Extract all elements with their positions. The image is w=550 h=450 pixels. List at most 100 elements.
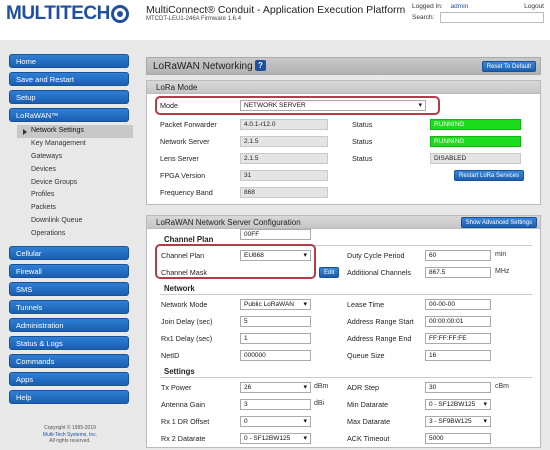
search-input[interactable] [440,12,544,23]
nav-administration[interactable]: Administration [9,318,129,333]
additional-channels-unit: MHz [495,268,510,275]
netid-input[interactable]: 000000 [240,350,311,361]
lens-server-value: 2.1.5 [240,153,328,164]
page-title-bar: LoRaWAN Networking ? Reset To Default [146,57,541,75]
additional-channels-input[interactable]: 867.5 [425,267,491,278]
lens-server-status-badge: DISABLED [430,153,521,164]
status-label: Status [352,154,373,163]
packet-forwarder-label: Packet Forwarder [160,120,217,129]
rx1-dr-offset-label: Rx 1 DR Offset [161,417,210,426]
packet-forwarder-value: 4.0.1-r12.0 [240,119,328,130]
nav-help[interactable]: Help [9,390,129,405]
nav-setup[interactable]: Setup [9,90,129,104]
nav-sms[interactable]: SMS [9,282,129,297]
tx-power-label: Tx Power [161,383,192,392]
nav-home[interactable]: Home [9,54,129,68]
address-range-start-input[interactable]: 00:00:00:01 [425,316,491,327]
sidebar-item-downlink-queue[interactable]: Downlink Queue [17,215,133,228]
ack-timeout-input[interactable]: 5000 [425,433,491,444]
network-server-value: 2.1.5 [240,136,328,147]
lora-mode-header: LoRa Mode [147,81,540,94]
nav-tunnels[interactable]: Tunnels [9,300,129,315]
queue-size-input[interactable]: 16 [425,350,491,361]
sidebar-item-profiles[interactable]: Profiles [17,189,133,202]
duty-cycle-unit: min [495,251,507,258]
copyright: Copyright © 1995-2019 Multi-Tech Systems… [20,425,120,445]
network-section-title: Network [164,284,195,293]
network-mode-select[interactable]: Public LoRaWAN [240,299,311,310]
min-datarate-select[interactable]: 0 - SF12BW125 [425,399,491,410]
mode-highlight-outline [155,96,440,115]
adr-step-input[interactable]: 30 [425,382,491,393]
address-range-end-input[interactable]: FF:FF:FF:FE [425,333,491,344]
rx1-delay-label: Rx1 Delay (sec) [161,334,213,343]
rx1-delay-input[interactable]: 1 [240,333,311,344]
sidebar-item-operations[interactable]: Operations [17,228,133,241]
sidebar: Home Save and Restart Setup LoRaWAN™ Net… [5,54,133,408]
tx-power-unit: dBm [314,383,329,390]
tx-power-select[interactable]: 26 [240,382,311,393]
help-icon[interactable]: ? [255,60,266,71]
nav-cellular[interactable]: Cellular [9,246,129,261]
ns-config-title: LoRaWAN Network Server Configuration [156,218,301,227]
nav-firewall[interactable]: Firewall [9,264,129,279]
antenna-gain-label: Antenna Gain [161,400,205,409]
nav-save-and-restart[interactable]: Save and Restart [9,72,129,86]
nav-commands[interactable]: Commands [9,354,129,369]
search-label: Search: [412,14,435,21]
adr-step-label: ADR Step [347,383,379,392]
copyright-line: All rights reserved. [49,438,91,444]
logout-link[interactable]: Logout [524,3,544,10]
show-advanced-settings-button[interactable]: Show Advanced Settings [460,217,537,228]
sidebar-item-packets[interactable]: Packets [17,202,133,215]
address-range-end-label: Address Range End [347,334,412,343]
address-range-start-label: Address Range Start [347,317,414,326]
sidebar-item-key-management[interactable]: Key Management [17,138,133,151]
frequency-band-value: 868 [240,187,328,198]
sidebar-item-devices[interactable]: Devices [17,164,133,177]
reset-to-default-button[interactable]: Reset To Default [481,61,536,72]
fpga-version-label: FPGA Version [160,171,206,180]
lease-time-label: Lease Time [347,300,385,309]
queue-size-label: Queue Size [347,351,385,360]
page-title: LoRaWAN Networking [153,61,253,72]
channel-mask-input[interactable]: 00FF [240,229,311,240]
channel-mask-edit-button[interactable]: Edit [319,267,340,278]
antenna-gain-unit: dBi [314,400,325,407]
sidebar-item-network-settings[interactable]: Network Settings [17,125,133,138]
restart-lora-services-button[interactable]: Restart LoRa Services [454,170,525,181]
antenna-gain-input[interactable]: 3 [240,399,311,410]
rx2-datarate-label: Rx 2 Datarate [161,434,206,443]
sidebar-item-gateways[interactable]: Gateways [17,151,133,164]
sidebar-item-device-groups[interactable]: Device Groups [17,177,133,190]
join-delay-label: Join Delay (sec) [161,317,213,326]
section-divider [160,377,532,378]
adr-step-unit: cBm [495,383,509,390]
lease-time-input[interactable]: 00-00-00 [425,299,491,310]
logged-in-user[interactable]: admin [451,3,469,10]
max-datarate-label: Max Datarate [347,417,391,426]
network-mode-label: Network Mode [161,300,208,309]
channel-plan-highlight-outline [155,244,316,279]
fpga-version-value: 31 [240,170,328,181]
ack-timeout-label: ACK Timeout [347,434,390,443]
app-subtitle: MTCDT-LEU1-246A Firmware 1.6.4 [146,16,242,22]
settings-section-title: Settings [164,367,195,376]
duty-cycle-label: Duty Cycle Period [347,251,405,260]
netid-label: NetID [161,351,180,360]
nav-apps[interactable]: Apps [9,372,129,387]
nav-status-and-logs[interactable]: Status & Logs [9,336,129,351]
rx2-datarate-select[interactable]: 0 - SF12BW125 [240,433,311,444]
frequency-band-label: Frequency Band [160,188,213,197]
join-delay-input[interactable]: 5 [240,316,311,327]
logged-in-info: Logged In: admin [412,3,468,10]
max-datarate-select[interactable]: 3 - SF9BW125 [425,416,491,427]
section-divider [160,294,532,295]
globe-icon [110,5,129,23]
additional-channels-label: Additional Channels [347,268,411,277]
nav-lorawan[interactable]: LoRaWAN™ [9,108,129,122]
duty-cycle-input[interactable]: 60 [425,250,491,261]
rx1-dr-offset-select[interactable]: 0 [240,416,311,427]
multitech-logo[interactable]: MULTITECH [6,3,129,25]
network-server-label: Network Server [160,137,210,146]
